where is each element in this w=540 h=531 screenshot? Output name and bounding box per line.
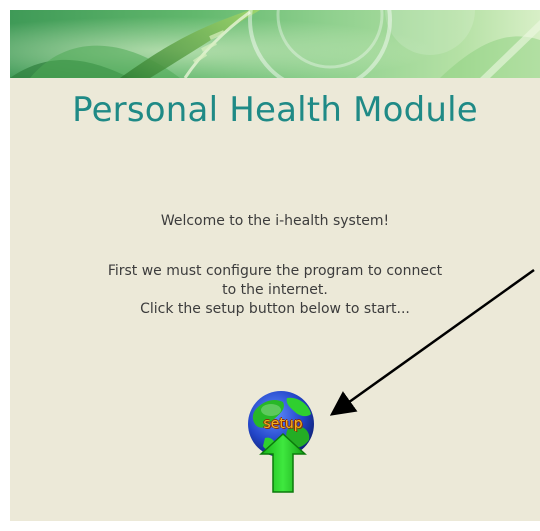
setup-button[interactable]: setup <box>247 388 319 494</box>
page-title: Personal Health Module <box>72 90 478 130</box>
instruction-line: to the internet. <box>222 282 328 298</box>
setup-window: Personal Health Module Welcome to the i-… <box>10 10 540 521</box>
header-banner <box>10 10 540 92</box>
setup-instructions: First we must configure the program to c… <box>10 262 540 319</box>
instruction-line: First we must configure the program to c… <box>107 263 443 279</box>
banner-image <box>10 10 540 92</box>
instruction-line: Click the setup button below to start... <box>140 301 410 317</box>
globe-icon <box>248 391 314 493</box>
welcome-message: Welcome to the i-health system! <box>160 213 390 229</box>
